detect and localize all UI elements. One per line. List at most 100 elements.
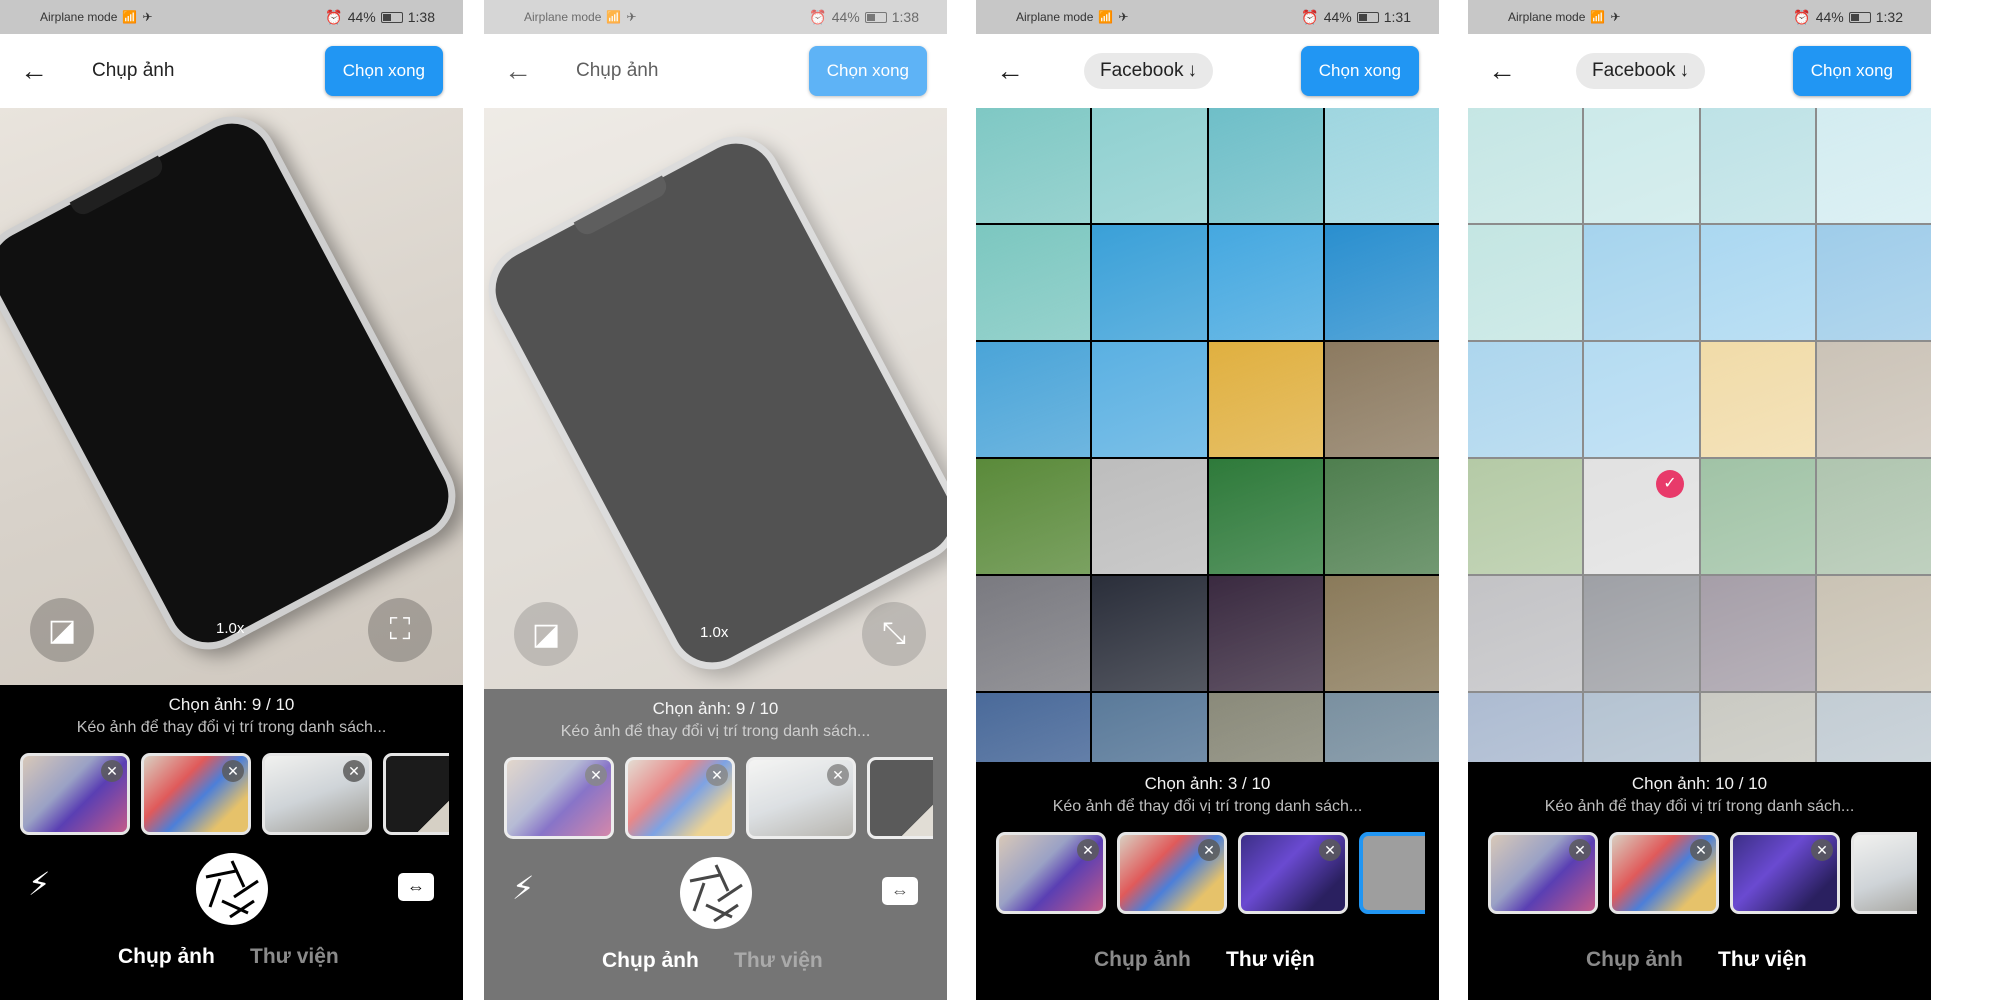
album-selector[interactable]: Facebook ↓: [1084, 53, 1213, 89]
gallery-photo[interactable]: [1324, 108, 1439, 223]
empty-thumbnail-slot[interactable]: [1359, 832, 1425, 914]
switch-camera-icon[interactable]: ⇔: [398, 873, 434, 901]
bottom-panel: Chọn ảnh: 3 / 10 Kéo ảnh để thay đổi vị …: [976, 762, 1439, 1000]
close-icon[interactable]: ✕: [1811, 839, 1833, 861]
selected-thumbnail[interactable]: [383, 753, 449, 835]
tab-camera[interactable]: Chụp ảnh: [118, 945, 215, 969]
selected-thumbnail[interactable]: [867, 757, 933, 839]
arrow-left-icon[interactable]: ←: [20, 55, 54, 87]
zoom-level[interactable]: 1.0x: [700, 624, 728, 641]
selected-thumbnail[interactable]: ✕: [20, 753, 130, 835]
alarm-icon: ⏰: [1793, 8, 1811, 25]
shutter-button[interactable]: [196, 853, 268, 925]
airplane-icon: ✈: [142, 10, 153, 24]
close-icon[interactable]: ✕: [585, 764, 607, 786]
header: ← Chụp ảnh Chọn xong: [484, 34, 947, 108]
gallery-photo[interactable]: [1324, 576, 1439, 691]
exposure-icon[interactable]: ◪: [514, 602, 578, 666]
selected-thumbnail[interactable]: ✕: [1238, 832, 1348, 914]
selected-thumbnail[interactable]: ✕: [625, 757, 735, 839]
close-icon[interactable]: ✕: [1569, 839, 1591, 861]
gallery-photo[interactable]: [1092, 693, 1207, 762]
status-bar: Airplane mode 📶 ✈ ⏰ 44% 1:31: [976, 0, 1439, 34]
page-title: Chụp ảnh: [576, 60, 659, 81]
done-button[interactable]: Chọn xong: [1792, 46, 1911, 96]
camera-viewfinder[interactable]: ◪ 1.0x ⤡: [484, 108, 947, 689]
tab-library[interactable]: Thư viện: [250, 945, 339, 969]
gallery-photo[interactable]: [1208, 576, 1323, 691]
selected-thumbnail[interactable]: ✕: [1609, 832, 1719, 914]
gallery-photo[interactable]: [1208, 693, 1323, 762]
tab-library[interactable]: Thư viện: [734, 949, 823, 973]
selected-thumbnail[interactable]: ✕: [996, 832, 1106, 914]
gallery-photo[interactable]: [976, 342, 1091, 457]
close-icon[interactable]: ✕: [1319, 839, 1341, 861]
selected-thumbnail[interactable]: ✕: [1488, 832, 1598, 914]
gallery-photo[interactable]: [1208, 108, 1323, 223]
gallery-photo[interactable]: [1208, 225, 1323, 340]
gallery-photo[interactable]: [1092, 576, 1207, 691]
tab-camera[interactable]: Chụp ảnh: [1094, 948, 1191, 972]
gallery-photo[interactable]: [1092, 342, 1207, 457]
exposure-icon[interactable]: ◪: [30, 598, 94, 662]
done-button[interactable]: Chọn xong: [1300, 46, 1419, 96]
selected-thumbnail[interactable]: ✕: [746, 757, 856, 839]
close-icon[interactable]: ✕: [101, 760, 123, 782]
selected-thumbnail[interactable]: ✕: [262, 753, 372, 835]
gallery-photo[interactable]: [1324, 459, 1439, 574]
gallery-photo[interactable]: [976, 576, 1091, 691]
gallery-photo[interactable]: [976, 225, 1091, 340]
switch-camera-icon[interactable]: ⇔: [882, 877, 918, 905]
gallery-photo[interactable]: [1092, 459, 1207, 574]
gallery-photo[interactable]: [1208, 342, 1323, 457]
gallery-photo[interactable]: [1208, 459, 1323, 574]
arrow-left-icon[interactable]: ←: [996, 55, 1030, 87]
fullscreen-icon[interactable]: ⛶: [368, 598, 432, 662]
done-button[interactable]: Chọn xong: [808, 46, 927, 96]
photo-grid: [976, 108, 1439, 762]
battery-icon: [864, 11, 887, 23]
exit-fullscreen-icon[interactable]: ⤡: [862, 602, 926, 666]
selected-thumbnail[interactable]: ✕: [1117, 832, 1227, 914]
gallery-photo[interactable]: [1324, 693, 1439, 762]
gallery-photo[interactable]: [1324, 225, 1439, 340]
arrow-left-icon[interactable]: ←: [504, 55, 538, 87]
arrow-left-icon[interactable]: ←: [1488, 55, 1522, 87]
tab-camera[interactable]: Chụp ảnh: [602, 949, 699, 973]
aperture-icon: [202, 859, 262, 919]
camera-viewfinder[interactable]: ◪ 1.0x ⛶: [0, 108, 463, 685]
album-selector[interactable]: Facebook ↓: [1576, 53, 1705, 89]
tab-camera[interactable]: Chụp ảnh: [1586, 948, 1683, 972]
gallery-photo[interactable]: [976, 459, 1091, 574]
selected-thumbnail[interactable]: ✕: [504, 757, 614, 839]
flash-auto-icon[interactable]: ⚡: [512, 869, 534, 907]
shutter-button[interactable]: [680, 857, 752, 929]
close-icon[interactable]: ✕: [827, 764, 849, 786]
close-icon[interactable]: ✕: [222, 760, 244, 782]
gallery-photo[interactable]: [976, 693, 1091, 762]
tab-library[interactable]: Thư viện: [1226, 948, 1315, 972]
selected-thumbnail[interactable]: [1851, 832, 1917, 914]
zoom-level[interactable]: 1.0x: [216, 620, 244, 637]
gallery-photo[interactable]: [1092, 108, 1207, 223]
wifi-icon: 📶: [1098, 10, 1114, 24]
header: ← Chụp ảnh Chọn xong: [0, 34, 463, 108]
gallery-photo[interactable]: [1092, 225, 1207, 340]
close-icon[interactable]: ✕: [1077, 839, 1099, 861]
close-icon[interactable]: ✕: [1690, 839, 1712, 861]
selected-thumbnail[interactable]: ✕: [141, 753, 251, 835]
header: ← Facebook ↓ Chọn xong: [1468, 34, 1931, 108]
airplane-mode-text: Airplane mode: [1508, 10, 1586, 24]
arrow-down-icon: ↓: [1187, 60, 1197, 81]
gallery-photo[interactable]: [976, 108, 1091, 223]
close-icon[interactable]: ✕: [343, 760, 365, 782]
done-button[interactable]: Chọn xong: [324, 46, 443, 96]
flash-auto-icon[interactable]: ⚡: [28, 865, 50, 903]
tab-library[interactable]: Thư viện: [1718, 948, 1807, 972]
selected-thumbnails: ✕ ✕ ✕: [1488, 832, 1917, 914]
battery-percent: 44%: [831, 9, 860, 25]
gallery-photo[interactable]: [1324, 342, 1439, 457]
close-icon[interactable]: ✕: [706, 764, 728, 786]
selected-thumbnail[interactable]: ✕: [1730, 832, 1840, 914]
close-icon[interactable]: ✕: [1198, 839, 1220, 861]
